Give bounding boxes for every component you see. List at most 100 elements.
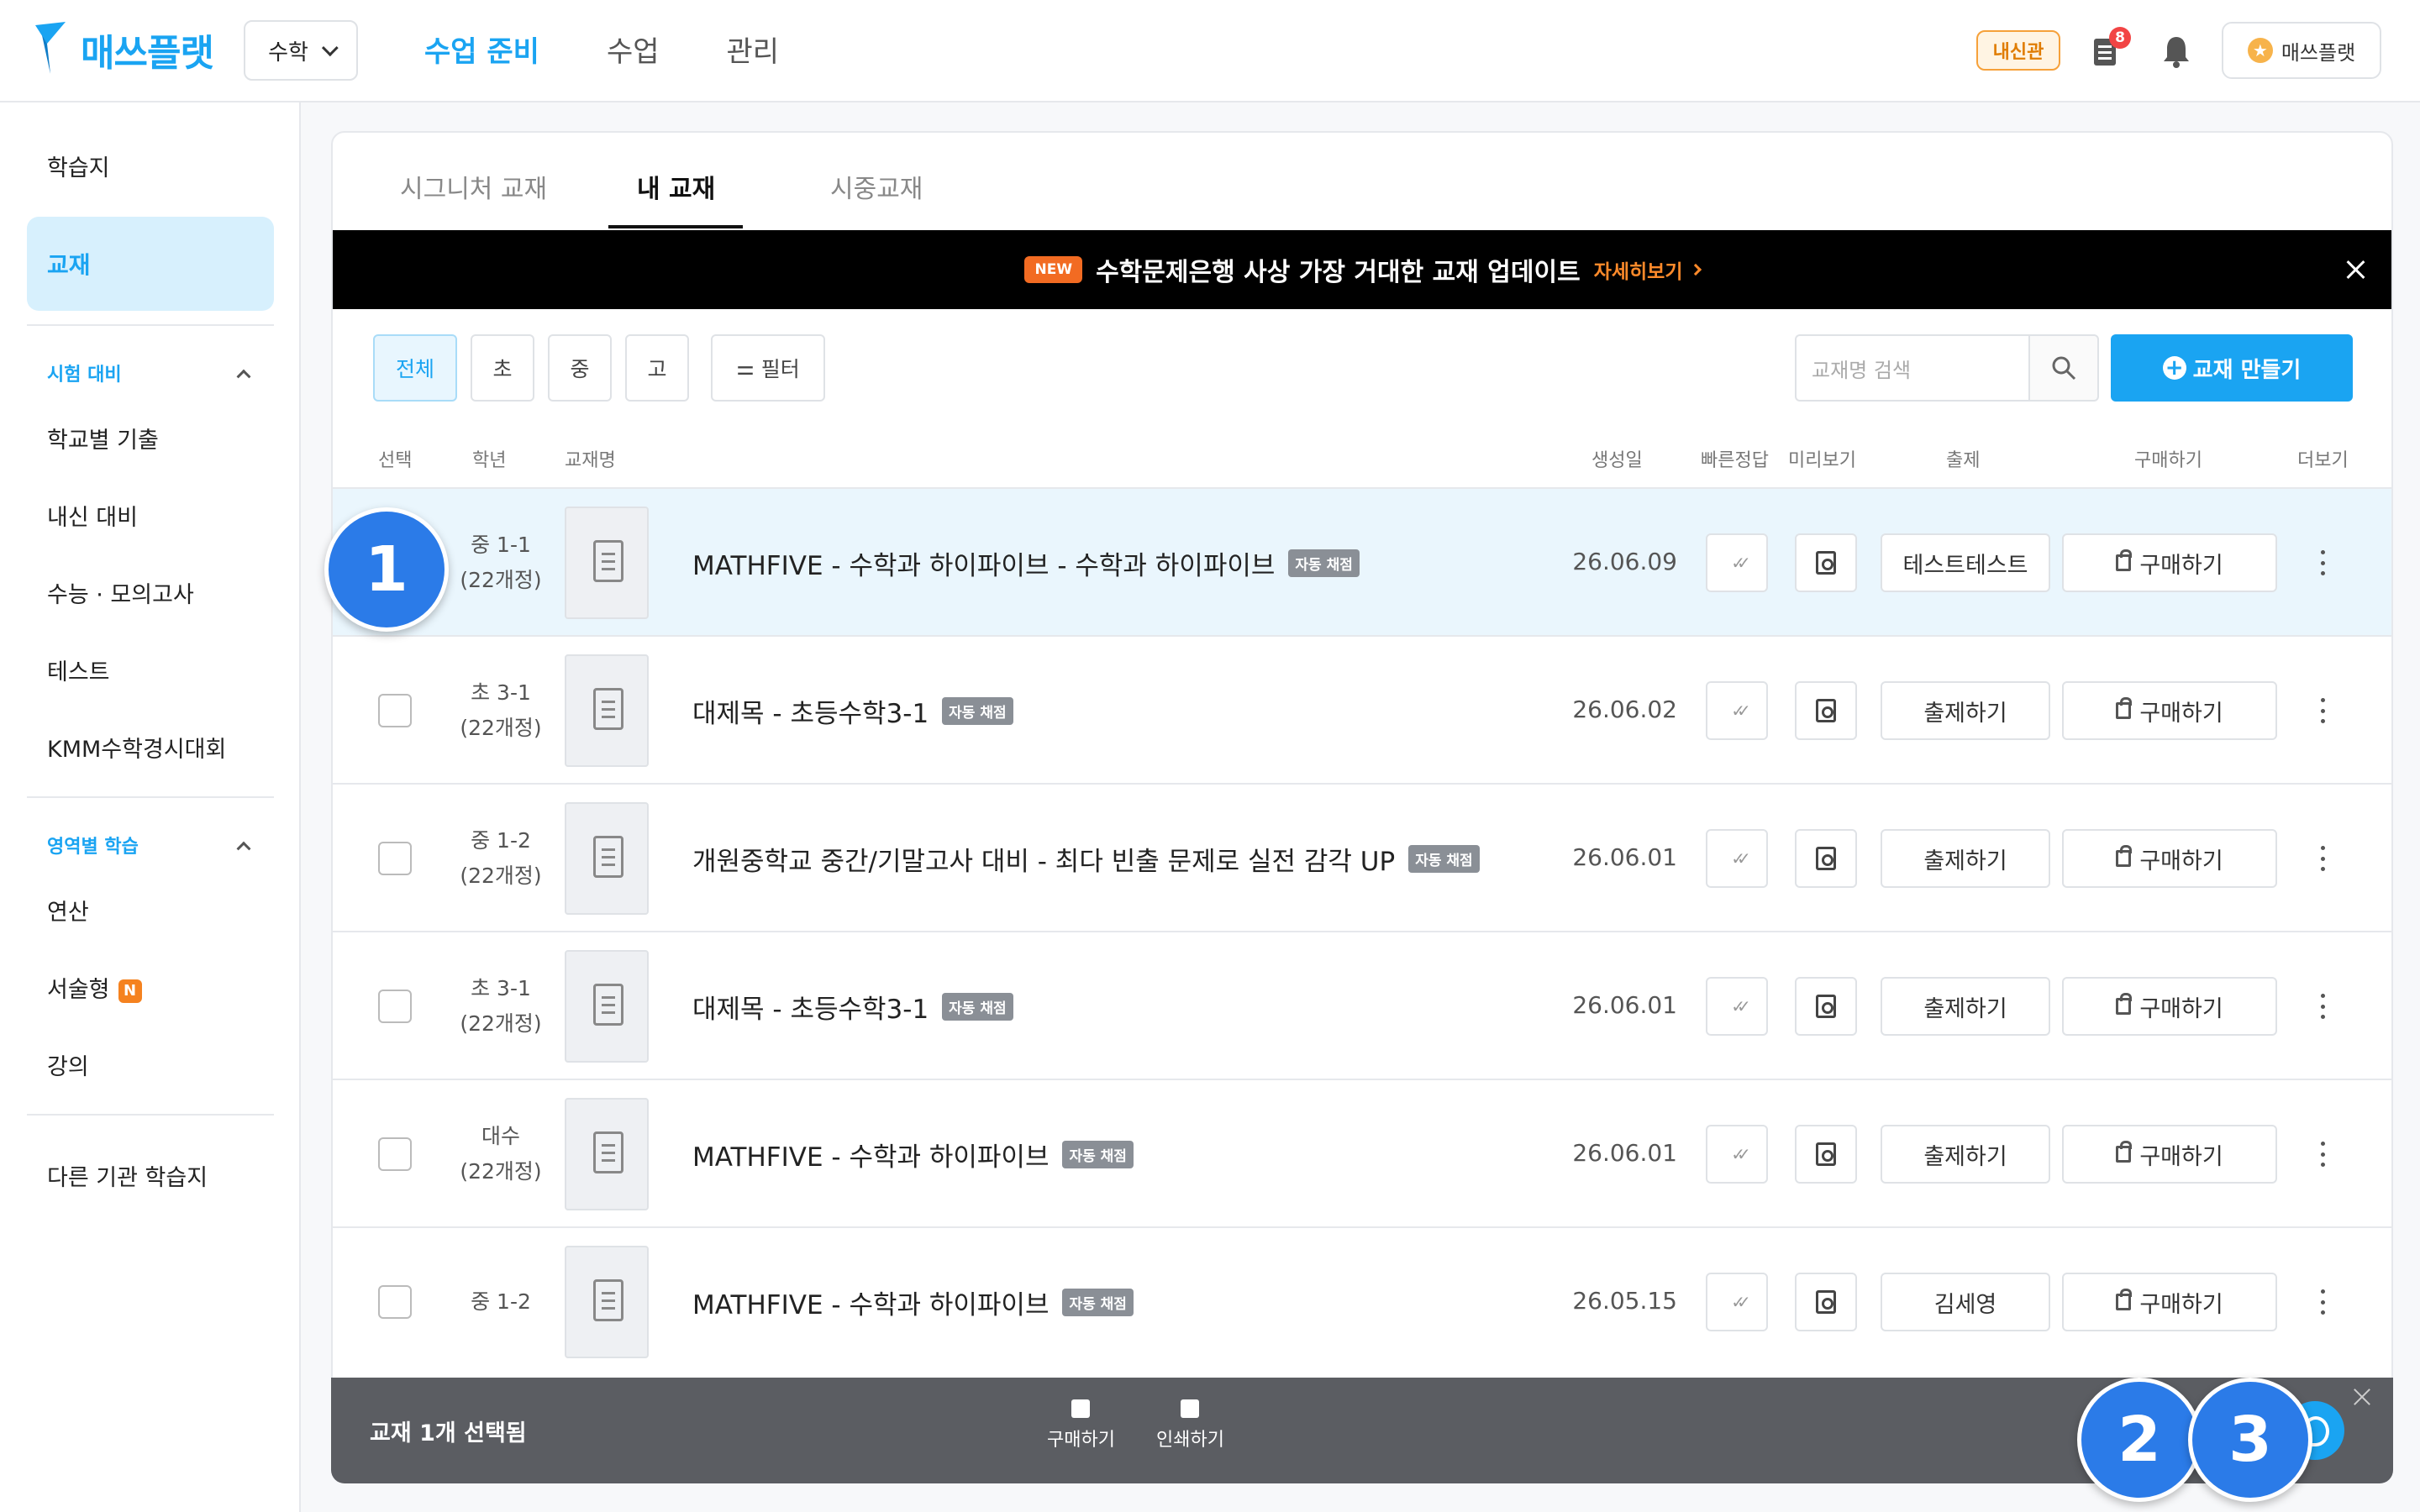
more-options-icon[interactable] xyxy=(2319,846,2326,871)
purchase-button[interactable]: 구매하기 xyxy=(2062,829,2277,888)
preview-button[interactable] xyxy=(1795,829,1857,888)
nav-manage[interactable]: 관리 xyxy=(727,29,780,70)
more-options-icon[interactable] xyxy=(2319,550,2326,575)
textbook-thumbnail[interactable] xyxy=(565,950,649,1063)
filter-button[interactable]: ⚌ 필터 xyxy=(711,334,825,402)
table-row[interactable]: 초 3-1 (22개정) 대제목 - 초등수학3-1 자동 채점 26.06.01 출제하… xyxy=(333,931,2391,1079)
logo[interactable]: 매쓰플랫 xyxy=(35,22,214,77)
user-menu-button[interactable]: ★ 매쓰플랫 xyxy=(2222,22,2381,79)
purchase-button[interactable]: 구매하기 xyxy=(2062,1125,2277,1184)
subject-select[interactable]: 수학 xyxy=(244,20,358,81)
tab-signature[interactable]: 시그니처 교재 xyxy=(400,168,547,205)
textbook-thumbnail[interactable] xyxy=(565,507,649,619)
table-row[interactable]: 중 1-2 (22개정) 개원중학교 중간/기말고사 대비 - 최다 빈출 문제로 … xyxy=(333,783,2391,931)
sidebar-item-other-worksheet[interactable]: 다른 기관 학습지 xyxy=(47,1159,208,1192)
row-checkbox[interactable] xyxy=(378,1285,412,1319)
more-options-icon[interactable] xyxy=(2319,994,2326,1019)
table-row[interactable]: 중 1-2 MATHFIVE - 수학과 하이파이브 자동 채점 26.05.15 김세… xyxy=(333,1226,2391,1374)
chevron-up-icon xyxy=(236,369,251,384)
search-button[interactable] xyxy=(2028,334,2099,402)
assign-button[interactable]: 출제하기 xyxy=(1881,1125,2050,1184)
sidebar-group-area[interactable]: 영역별 학습 xyxy=(47,832,251,858)
search-input[interactable]: 교재명 검색 xyxy=(1795,334,2030,402)
filter-all-button[interactable]: 전체 xyxy=(373,334,457,402)
preview-button[interactable] xyxy=(1795,681,1857,740)
row-title[interactable]: 개원중학교 중간/기말고사 대비 - 최다 빈출 문제로 실전 감각 UP 자동 … xyxy=(692,840,1480,878)
quick-answer-button[interactable] xyxy=(1706,1273,1768,1331)
preview-button[interactable] xyxy=(1795,1273,1857,1331)
top-header: 매쓰플랫 수학 수업 준비 수업 관리 내신관 8 ★ 매쓰플랫 xyxy=(0,0,2420,102)
row-title[interactable]: 대제목 - 초등수학3-1 자동 채점 xyxy=(692,988,1013,1026)
sidebar-item-test[interactable]: 테스트 xyxy=(47,654,110,686)
quick-answer-button[interactable] xyxy=(1706,533,1768,592)
row-title[interactable]: MATHFIVE - 수학과 하이파이브 - 수학과 하이파이브 자동 채점 xyxy=(692,544,1360,582)
nav-class-prep[interactable]: 수업 준비 xyxy=(424,29,539,70)
table-row[interactable]: 중 1-1 (22개정) MATHFIVE - 수학과 하이파이브 - 수학과 하이… xyxy=(333,487,2391,635)
row-title[interactable]: MATHFIVE - 수학과 하이파이브 자동 채점 xyxy=(692,1284,1134,1321)
table-row[interactable]: 대수 (22개정) MATHFIVE - 수학과 하이파이브 자동 채점 26.06.0… xyxy=(333,1079,2391,1226)
assign-button[interactable]: 출제하기 xyxy=(1881,681,2050,740)
sidebar-item-suneung[interactable]: 수능 · 모의고사 xyxy=(47,576,194,609)
star-icon: ★ xyxy=(2247,38,2273,63)
quick-answer-button[interactable] xyxy=(1706,1125,1768,1184)
purchase-button[interactable]: 구매하기 xyxy=(2062,681,2277,740)
filter-high-button[interactable]: 고 xyxy=(625,334,689,402)
nav-class[interactable]: 수업 xyxy=(607,29,660,70)
row-title-text: MATHFIVE - 수학과 하이파이브 xyxy=(692,1142,1050,1173)
purchase-button[interactable]: 구매하기 xyxy=(2062,977,2277,1036)
selection-buy-button[interactable]: 구매하기 xyxy=(1047,1399,1115,1452)
sidebar: 학습지 교재 시험 대비 학교별 기출 내신 대비 수능 · 모의고사 테스트 … xyxy=(0,102,301,1512)
sidebar-item-essay[interactable]: 서술형 N xyxy=(47,971,142,1004)
preview-button[interactable] xyxy=(1795,977,1857,1036)
assign-button[interactable]: 김세영 xyxy=(1881,1273,2050,1331)
close-icon[interactable] xyxy=(2349,1384,2375,1410)
textbook-thumbnail[interactable] xyxy=(565,1098,649,1210)
textbook-thumbnail[interactable] xyxy=(565,802,649,915)
sidebar-item-textbook[interactable]: 교재 xyxy=(27,217,274,311)
assign-button[interactable]: 테스트테스트 xyxy=(1881,533,2050,592)
row-title[interactable]: MATHFIVE - 수학과 하이파이브 자동 채점 xyxy=(692,1136,1134,1173)
filter-elementary-button[interactable]: 초 xyxy=(471,334,534,402)
sidebar-group-exam[interactable]: 시험 대비 xyxy=(47,360,251,386)
document-button[interactable]: 8 xyxy=(2091,27,2131,71)
banner-more-link[interactable]: 자세히보기 xyxy=(1594,255,1702,284)
shopping-bag-icon xyxy=(2116,1141,2133,1163)
table-row[interactable]: 초 3-1 (22개정) 대제목 - 초등수학3-1 자동 채점 26.06.02 출제하… xyxy=(333,635,2391,783)
sidebar-item-lecture[interactable]: 강의 xyxy=(47,1048,89,1081)
row-checkbox[interactable] xyxy=(378,694,412,727)
naesin-badge-button[interactable]: 내신관 xyxy=(1976,30,2060,71)
more-options-icon[interactable] xyxy=(2319,698,2326,723)
sidebar-item-naesin[interactable]: 내신 대비 xyxy=(47,499,138,532)
preview-button[interactable] xyxy=(1795,1125,1857,1184)
quick-answer-button[interactable] xyxy=(1706,829,1768,888)
tab-my-textbook[interactable]: 내 교재 xyxy=(637,168,715,205)
row-checkbox[interactable] xyxy=(378,1137,412,1171)
create-textbook-button[interactable]: + 교재 만들기 xyxy=(2111,334,2353,402)
textbook-thumbnail[interactable] xyxy=(565,654,649,767)
row-checkbox[interactable] xyxy=(378,842,412,875)
preview-button[interactable] xyxy=(1795,533,1857,592)
sidebar-item-school-exam[interactable]: 학교별 기출 xyxy=(47,422,159,454)
chevron-right-icon xyxy=(1689,263,1702,276)
assign-button[interactable]: 출제하기 xyxy=(1881,977,2050,1036)
row-checkbox[interactable] xyxy=(378,990,412,1023)
quick-answer-button[interactable] xyxy=(1706,681,1768,740)
row-title[interactable]: 대제목 - 초등수학3-1 자동 채점 xyxy=(692,692,1013,730)
tab-market-textbook[interactable]: 시중교재 xyxy=(830,168,923,205)
filter-middle-button[interactable]: 중 xyxy=(548,334,612,402)
textbook-thumbnail[interactable] xyxy=(565,1246,649,1358)
sidebar-item-kmm[interactable]: KMM수학경시대회 xyxy=(47,731,226,764)
assign-button[interactable]: 출제하기 xyxy=(1881,829,2050,888)
sidebar-item-worksheet[interactable]: 학습지 xyxy=(47,150,110,182)
shopping-bag-icon xyxy=(2116,549,2133,571)
sidebar-item-calculation[interactable]: 연산 xyxy=(47,894,89,927)
selection-print-button[interactable]: 인쇄하기 xyxy=(1156,1399,1224,1452)
col-quick-answer: 빠른정답 xyxy=(1701,450,1769,471)
purchase-button[interactable]: 구매하기 xyxy=(2062,1273,2277,1331)
quick-answer-button[interactable] xyxy=(1706,977,1768,1036)
notification-button[interactable] xyxy=(2160,34,2193,71)
more-options-icon[interactable] xyxy=(2319,1142,2326,1167)
close-icon[interactable] xyxy=(2341,255,2370,284)
more-options-icon[interactable] xyxy=(2319,1289,2326,1315)
purchase-button[interactable]: 구매하기 xyxy=(2062,533,2277,592)
